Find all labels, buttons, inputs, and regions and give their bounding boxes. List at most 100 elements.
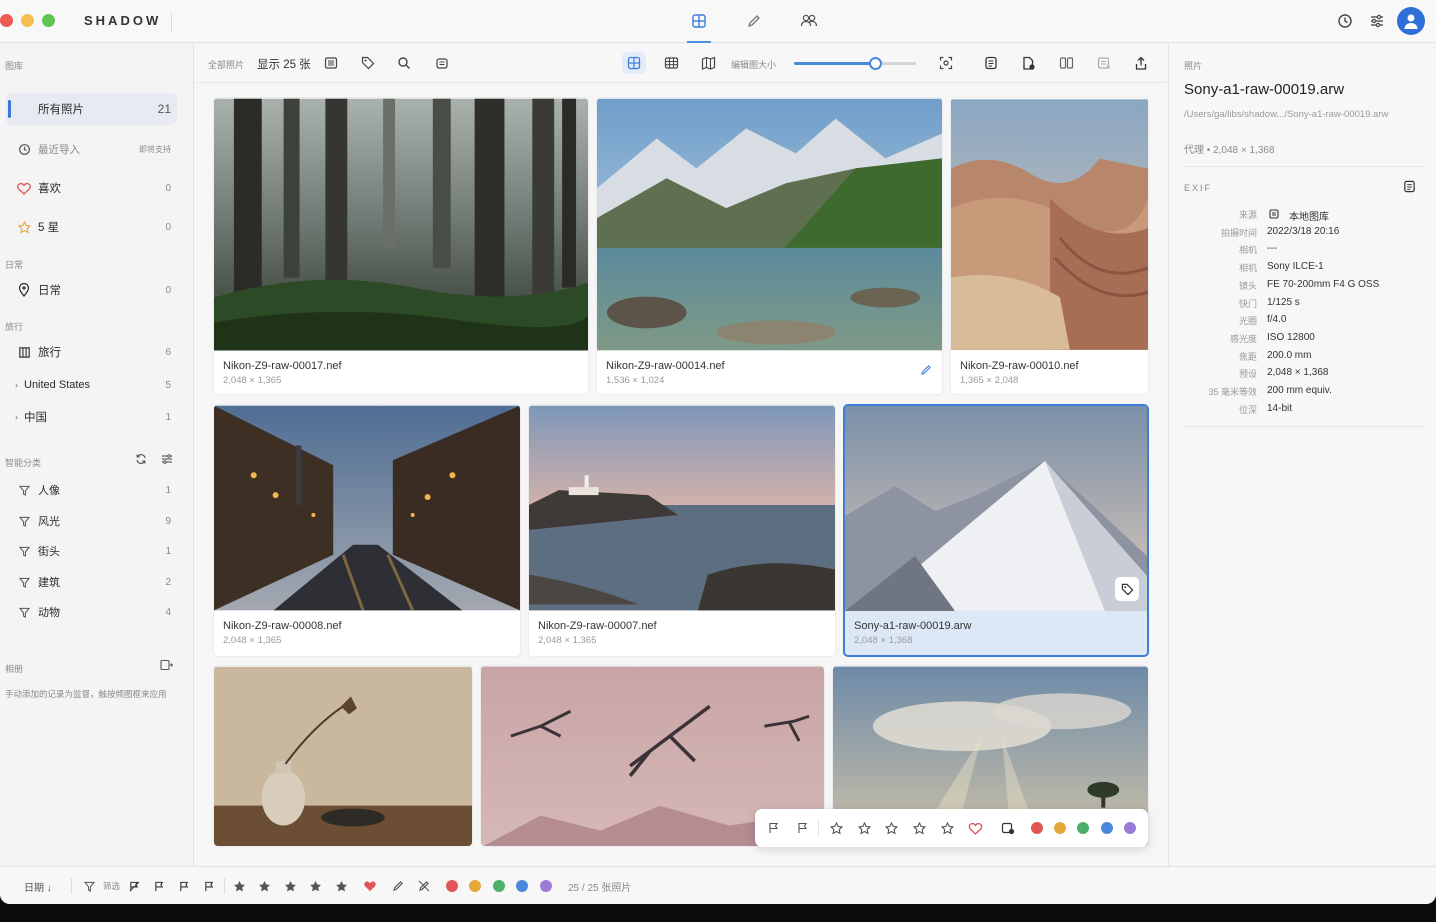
- flag-reject-button[interactable]: [795, 820, 811, 836]
- photo-card[interactable]: Nikon-Z9-raw-00010.nef 1,365 × 2,048: [950, 97, 1149, 395]
- flag-filter-1[interactable]: [154, 879, 165, 893]
- filter-label[interactable]: 筛选: [103, 879, 120, 893]
- photo-card[interactable]: Nikon-Z9-raw-00014.nef 1,536 × 1,024: [596, 97, 943, 395]
- inspector-path[interactable]: /Users/ga/libs/shadow.../Sony-a1-raw-000…: [1184, 109, 1388, 120]
- sidebar-item-five-star[interactable]: 5 星 0: [6, 211, 177, 243]
- sidebar-item-daily[interactable]: 日常 0: [6, 274, 177, 306]
- sidebar-item-landscape[interactable]: 风光 9: [6, 505, 177, 537]
- compare-button[interactable]: [1056, 53, 1076, 73]
- minimize-window-button[interactable]: [21, 14, 34, 27]
- stack-button[interactable]: [432, 53, 452, 73]
- star-rating-2[interactable]: [856, 820, 872, 836]
- exif-value: 2,048 × 1,368: [1267, 367, 1329, 379]
- sidebar-item-animals[interactable]: 动物 4: [6, 596, 177, 628]
- filter-icon-button[interactable]: [84, 879, 95, 893]
- smart-settings-button[interactable]: [161, 453, 173, 468]
- info-panel-button[interactable]: [981, 53, 1001, 73]
- sidebar-item-label: 中国: [24, 412, 47, 424]
- flag-icon: [798, 822, 807, 833]
- star-icon: [17, 220, 31, 233]
- photo-card[interactable]: [213, 665, 473, 847]
- sort-button[interactable]: 日期 ↓: [24, 879, 52, 894]
- share-button[interactable]: [1131, 53, 1151, 73]
- heart-icon: [364, 881, 376, 892]
- edited-indicator[interactable]: [920, 364, 932, 379]
- sidebar-item-recent-imports[interactable]: 最近导入 即将支持: [6, 133, 177, 165]
- star-rating-5[interactable]: [939, 820, 955, 836]
- favorite-filter[interactable]: [363, 879, 377, 893]
- photo-dimensions: 1,365 × 2,048: [960, 375, 1019, 386]
- color-filter-blue[interactable]: [516, 880, 528, 892]
- sidebar-item-street[interactable]: 街头 1: [6, 535, 177, 567]
- star-filter-1[interactable]: [233, 879, 246, 893]
- favorite-button[interactable]: [967, 820, 983, 836]
- sidebar-item-all-photos[interactable]: 所有照片 21: [6, 93, 177, 125]
- sidebar-item-travel[interactable]: 旅行 6: [6, 336, 177, 368]
- edited-filter[interactable]: [392, 879, 404, 893]
- maximize-window-button[interactable]: [42, 14, 55, 27]
- refresh-smart-button[interactable]: [135, 453, 147, 468]
- flag-filter-3[interactable]: [204, 879, 215, 893]
- pencil-icon: [921, 365, 931, 375]
- star-rating-1[interactable]: [828, 820, 844, 836]
- tag-button[interactable]: [358, 53, 378, 73]
- star-rating-3[interactable]: [883, 820, 899, 836]
- unedited-filter[interactable]: [418, 879, 430, 893]
- flag-pick-button[interactable]: [766, 820, 782, 836]
- filter-icon: [18, 516, 30, 527]
- search-button[interactable]: [394, 53, 414, 73]
- close-window-button[interactable]: [0, 14, 13, 27]
- sidebar-item-favorites[interactable]: 喜欢 0: [6, 172, 177, 204]
- color-label-red[interactable]: [1031, 822, 1043, 834]
- color-filter-purple[interactable]: [540, 880, 552, 892]
- tab-people[interactable]: [797, 10, 821, 32]
- clear-flag-button[interactable]: [129, 879, 140, 893]
- star-filter-2[interactable]: [258, 879, 271, 893]
- exif-value: FE 70-200mm F4 G OSS: [1267, 278, 1380, 290]
- adjustments-button[interactable]: [1367, 11, 1387, 31]
- scope-label[interactable]: 全部照片: [208, 58, 244, 71]
- color-label-green[interactable]: [1077, 822, 1089, 834]
- exif-copy-button[interactable]: [1403, 180, 1416, 196]
- sidebar-item-architecture[interactable]: 建筑 2: [6, 566, 177, 598]
- sidebar-item-china[interactable]: › 中国 1: [6, 401, 177, 433]
- add-album-button[interactable]: [160, 659, 173, 674]
- star-filter-5[interactable]: [335, 879, 348, 893]
- tag-filter-button[interactable]: [1000, 820, 1016, 836]
- sidebar-item-portrait[interactable]: 人像 1: [6, 474, 177, 506]
- star-filter-3[interactable]: [284, 879, 297, 893]
- tab-edit[interactable]: [742, 10, 766, 32]
- batch-edit-button[interactable]: [1094, 53, 1114, 73]
- flag-filter-2[interactable]: [179, 879, 190, 893]
- focus-button[interactable]: [936, 53, 956, 73]
- grid-view-button[interactable]: [622, 52, 646, 74]
- color-label-orange[interactable]: [1054, 822, 1066, 834]
- section-title-albums: 相册: [5, 664, 24, 674]
- photo-card[interactable]: Nikon-Z9-raw-00017.nef 2,048 × 1,365: [213, 97, 589, 395]
- color-filter-orange[interactable]: [469, 880, 481, 892]
- photo-card-selected[interactable]: Sony-a1-raw-00019.arw 2,048 × 1,368: [843, 404, 1149, 657]
- tab-library[interactable]: [687, 10, 711, 43]
- table-view-button[interactable]: [661, 53, 681, 73]
- edit-icon: [747, 15, 760, 28]
- user-avatar[interactable]: [1397, 7, 1425, 35]
- photo-thumbnail-city-street: [214, 405, 520, 611]
- slider-knob[interactable]: [869, 57, 883, 70]
- color-label-blue[interactable]: [1101, 822, 1113, 834]
- tag-badge-button[interactable]: [1115, 577, 1139, 601]
- history-button[interactable]: [1335, 11, 1355, 31]
- section-title-smart: 智能分类: [5, 458, 42, 468]
- thumb-size-slider[interactable]: [794, 57, 916, 70]
- color-label-purple[interactable]: [1124, 822, 1136, 834]
- photo-card[interactable]: Nikon-Z9-raw-00008.nef 2,048 × 1,365: [213, 404, 521, 657]
- star-filter-4[interactable]: [309, 879, 322, 893]
- export-file-button[interactable]: [1018, 53, 1038, 73]
- color-filter-red[interactable]: [446, 880, 458, 892]
- exif-key: 拍摄时间: [1220, 227, 1257, 238]
- list-view-button[interactable]: [321, 53, 341, 73]
- color-filter-green[interactable]: [493, 880, 505, 892]
- star-rating-4[interactable]: [911, 820, 927, 836]
- map-view-button[interactable]: [698, 53, 718, 73]
- photo-card[interactable]: Nikon-Z9-raw-00007.nef 2,048 × 1,365: [528, 404, 836, 657]
- sidebar-item-united-states[interactable]: › United States 5: [6, 369, 177, 401]
